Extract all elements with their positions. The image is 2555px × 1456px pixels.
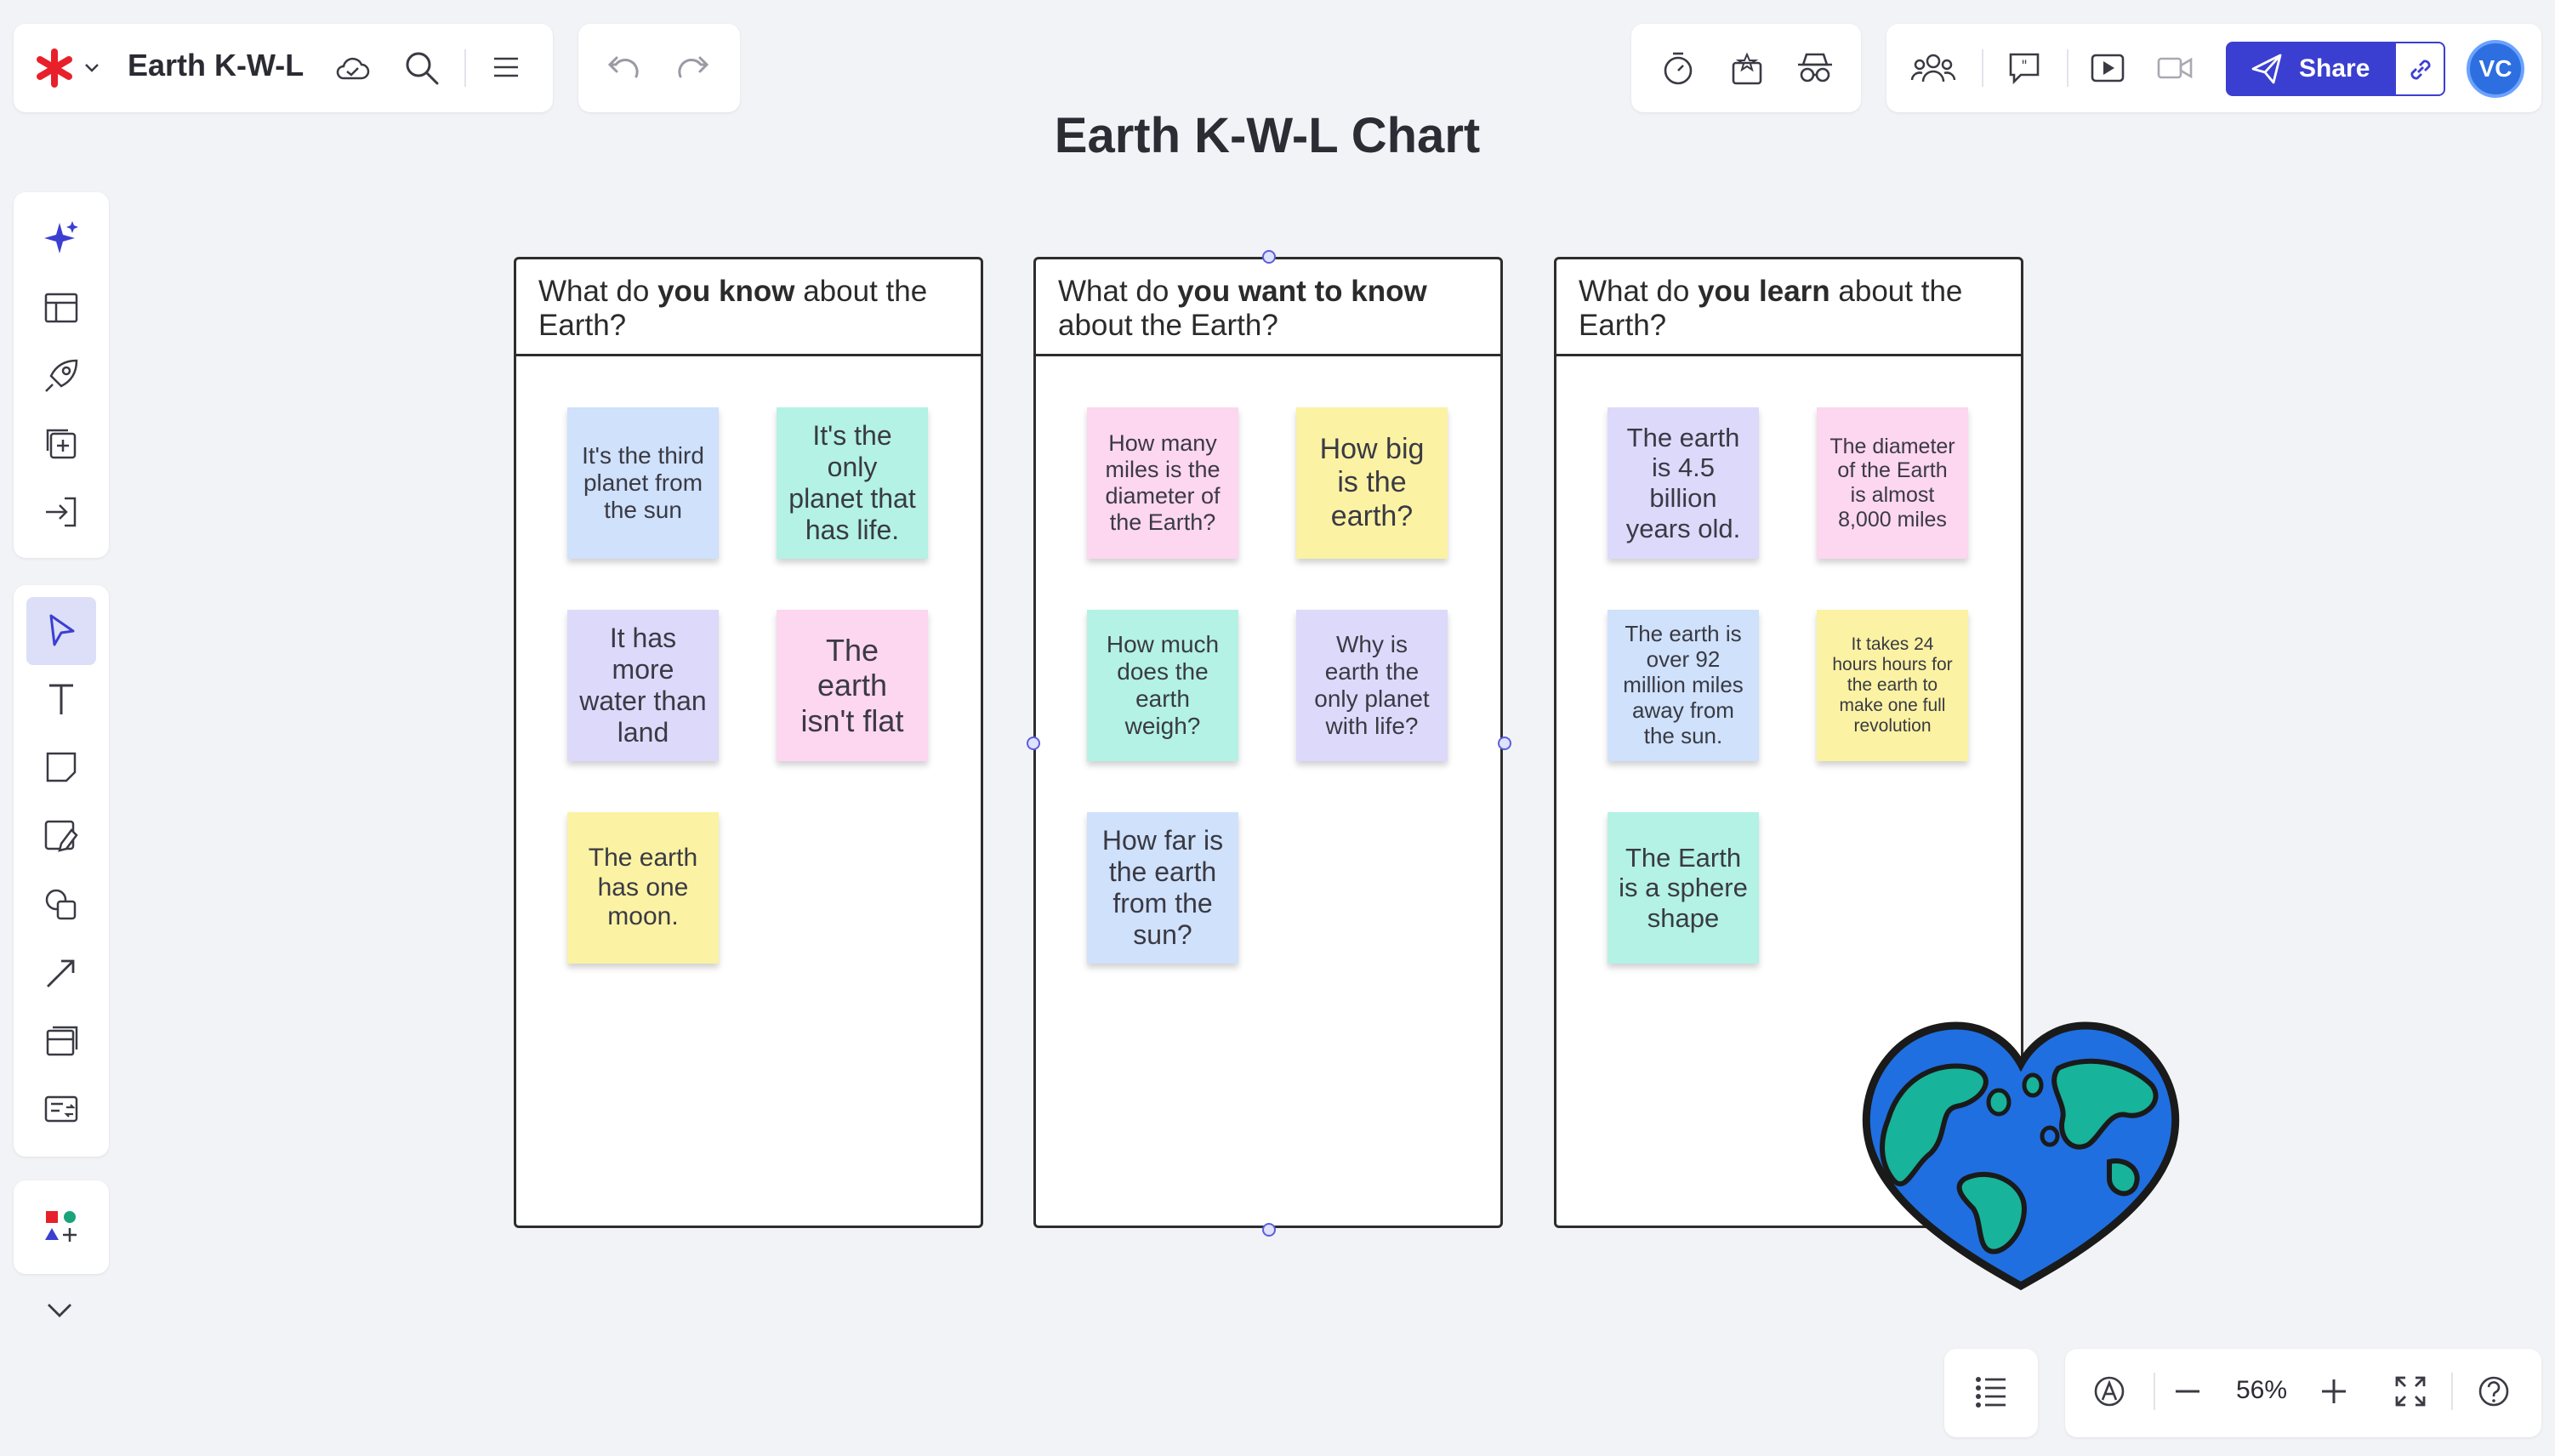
present-icon[interactable] [2089, 49, 2126, 87]
search-icon[interactable] [403, 49, 441, 87]
rocket-icon[interactable] [43, 357, 80, 395]
import-icon[interactable] [43, 493, 80, 531]
sticky-note[interactable]: The earth is 4.5 billion years old. [1608, 407, 1759, 559]
outline-list-icon[interactable] [1973, 1373, 2009, 1410]
undo-icon[interactable] [604, 49, 643, 87]
resize-handle-right[interactable] [1498, 737, 1511, 750]
template-icon[interactable] [43, 289, 80, 327]
column-heading[interactable]: What do you know about the Earth? [516, 259, 981, 356]
line-icon[interactable] [43, 954, 80, 992]
left-toolbar-tools [14, 585, 109, 1157]
divider [2451, 1373, 2453, 1410]
kwl-column-1[interactable]: What do you know about the Earth? It's th… [514, 257, 983, 1228]
video-icon[interactable] [2155, 49, 2194, 87]
sticky-note[interactable]: How much does the earth weigh? [1087, 610, 1238, 761]
redo-icon[interactable] [674, 49, 713, 87]
card-icon[interactable] [43, 1090, 80, 1128]
heading-emphasis: you know [657, 275, 795, 308]
board-title[interactable]: Earth K-W-L Chart [885, 107, 1650, 164]
heading-text: What do [1579, 275, 1699, 308]
text-icon[interactable] [44, 680, 78, 718]
heading-text: What do [538, 275, 658, 308]
shapes-icon[interactable] [43, 886, 80, 924]
sticky-note[interactable]: The Earth is a sphere shape [1608, 812, 1759, 964]
sticky-note[interactable]: The earth isn't flat [777, 610, 928, 761]
sticky-note[interactable]: It's the third planet from the sun [567, 407, 719, 559]
add-frame-icon[interactable] [43, 425, 80, 463]
sticky-note[interactable]: How many miles is the diameter of the Ea… [1087, 407, 1238, 559]
heading-emphasis: you learn [1698, 275, 1830, 308]
sticky-note[interactable]: How big is the earth? [1296, 407, 1448, 559]
sticky-note[interactable]: How far is the earth from the sun? [1087, 812, 1238, 964]
copy-link-button[interactable] [2394, 42, 2445, 96]
sticky-note[interactable]: It takes 24 hours hours for the earth to… [1817, 610, 1968, 761]
sticky-note[interactable]: The earth has one moon. [567, 812, 719, 964]
zoom-in-icon[interactable] [2319, 1374, 2349, 1408]
pen-icon[interactable] [43, 818, 80, 856]
cloud-sync-icon[interactable] [333, 51, 371, 85]
incognito-icon[interactable] [1795, 49, 1835, 87]
divider [2067, 49, 2068, 87]
divider [1982, 49, 1983, 87]
asterisk-logo-icon[interactable] [34, 48, 75, 88]
menu-icon[interactable] [490, 53, 522, 82]
vote-icon[interactable] [1728, 49, 1766, 87]
heading-emphasis: you want to know [1177, 275, 1427, 308]
more-apps-icon[interactable] [43, 1208, 80, 1245]
zoom-panel [2065, 1349, 2541, 1437]
file-title[interactable]: Earth K-W-L [128, 48, 304, 83]
resize-handle-bottom[interactable] [1262, 1223, 1276, 1237]
share-label: Share [2299, 54, 2370, 82]
ai-sparkle-icon[interactable] [43, 219, 80, 257]
divider [2154, 1373, 2155, 1410]
zoom-out-icon[interactable] [2172, 1374, 2203, 1408]
sticky-note[interactable]: The earth is over 92 million miles away … [1608, 610, 1759, 761]
link-icon [2406, 55, 2435, 84]
timer-icon[interactable] [1660, 49, 1696, 87]
sticky-note[interactable]: It's the only planet that has life. [777, 407, 928, 559]
chevron-down-icon[interactable] [82, 58, 102, 78]
earth-heart-sticker[interactable] [1854, 1017, 2188, 1298]
select-pointer-icon[interactable] [44, 612, 78, 650]
column-heading[interactable]: What do you want to know about the Earth… [1036, 259, 1500, 356]
resize-handle-left[interactable] [1027, 737, 1040, 750]
pen-circle-icon[interactable] [2092, 1374, 2126, 1408]
people-icon[interactable] [1910, 49, 1956, 87]
frame-icon[interactable] [43, 1022, 80, 1060]
history-panel [578, 24, 740, 112]
heading-text: about the Earth? [1058, 309, 1278, 342]
column-heading[interactable]: What do you learn about the Earth? [1556, 259, 2021, 356]
sticky-note[interactable]: The diameter of the Earth is almost 8,00… [1817, 407, 1968, 559]
send-icon [2250, 52, 2284, 86]
heading-text: What do [1058, 275, 1178, 308]
fit-screen-icon[interactable] [2393, 1374, 2427, 1408]
avatar[interactable]: VC [2467, 40, 2524, 98]
comment-icon[interactable]: " [2006, 49, 2043, 87]
sticky-note-icon[interactable] [43, 748, 80, 786]
resize-handle-top[interactable] [1262, 250, 1276, 264]
sticky-note[interactable]: It has more water than land [567, 610, 719, 761]
divider [464, 49, 466, 87]
sticky-note[interactable]: Why is earth the only planet with life? [1296, 610, 1448, 761]
zoom-level[interactable]: 56% [2226, 1376, 2297, 1405]
svg-text:": " [2021, 57, 2027, 73]
help-icon[interactable] [2477, 1374, 2511, 1408]
kwl-column-2[interactable]: What do you want to know about the Earth… [1033, 257, 1503, 1228]
chevron-down-icon[interactable] [44, 1296, 75, 1323]
share-button[interactable]: Share [2226, 42, 2394, 96]
